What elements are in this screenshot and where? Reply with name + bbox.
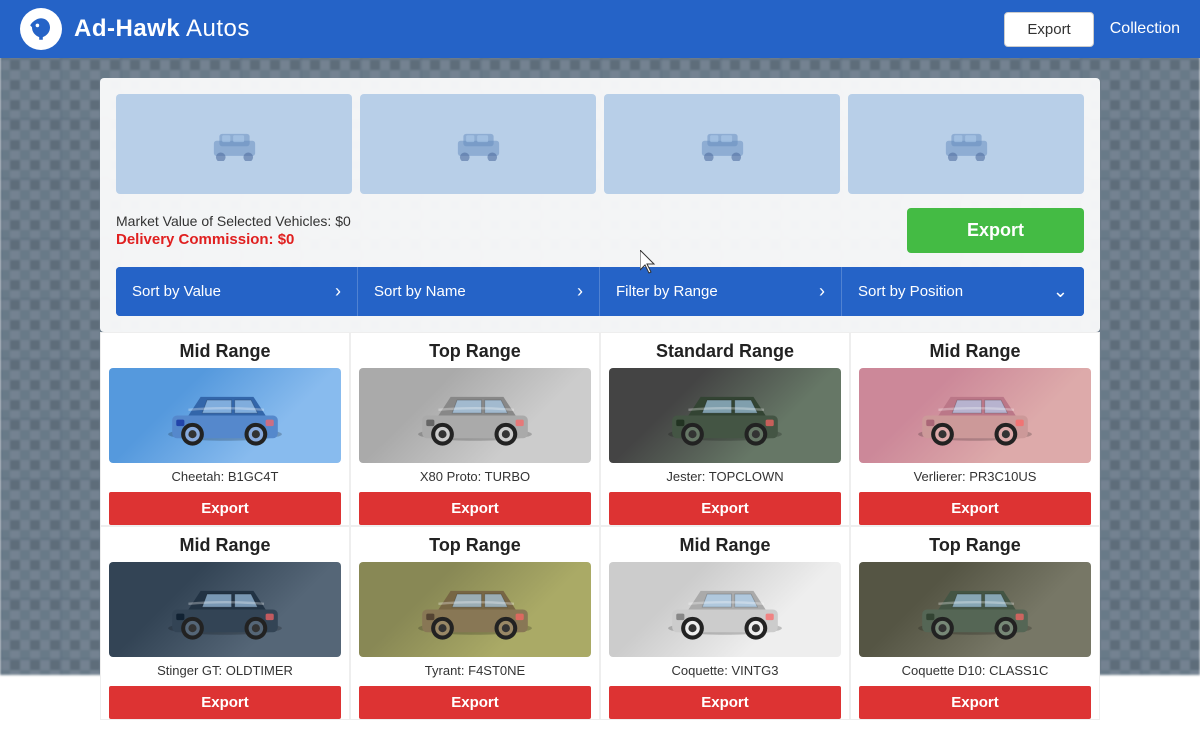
vehicles-grid: Mid Range	[100, 332, 1100, 720]
vehicle-image-4[interactable]	[109, 562, 341, 657]
sort-by-position-button[interactable]: Sort by Position ⌄	[842, 267, 1084, 316]
vehicle-image-0[interactable]	[109, 368, 341, 463]
filter-range-arrow: ›	[819, 281, 825, 302]
vehicle-range-4: Mid Range	[179, 535, 270, 556]
selected-vehicles-area: Market Value of Selected Vehicles: $0 De…	[100, 78, 1100, 332]
header-right: Export Collection	[1004, 12, 1180, 47]
market-info: Market Value of Selected Vehicles: $0 De…	[116, 213, 351, 248]
car-drawing-4	[160, 572, 290, 647]
car-silhouette-2	[451, 127, 506, 161]
export-selected-button[interactable]: Export	[907, 208, 1084, 253]
vehicle-card-1: Top Range	[350, 332, 600, 526]
vehicle-card-3: Mid Range	[850, 332, 1100, 526]
vehicle-range-7: Top Range	[929, 535, 1021, 556]
sort-position-label: Sort by Position	[858, 283, 963, 300]
vehicle-range-0: Mid Range	[179, 341, 270, 362]
car-silhouette-1	[207, 127, 262, 161]
vehicle-card-7: Top Range	[850, 526, 1100, 720]
main-content: Market Value of Selected Vehicles: $0 De…	[0, 58, 1200, 740]
vehicle-export-button-0[interactable]: Export	[109, 492, 341, 525]
vehicle-slot-2[interactable]	[360, 94, 596, 194]
header: Ad-Hawk Autos Export Collection	[0, 0, 1200, 58]
vehicle-slot-4[interactable]	[848, 94, 1084, 194]
vehicle-export-button-1[interactable]: Export	[359, 492, 591, 525]
vehicle-card-4: Mid Range	[100, 526, 350, 720]
vehicle-slot-1[interactable]	[116, 94, 352, 194]
header-title: Ad-Hawk Autos	[74, 15, 250, 43]
filter-range-label: Filter by Range	[616, 283, 718, 300]
sort-position-arrow: ⌄	[1053, 281, 1068, 302]
vehicle-name-1: X80 Proto: TURBO	[420, 469, 530, 484]
car-silhouette-4	[939, 127, 994, 161]
car-drawing-0	[160, 378, 290, 453]
vehicle-image-6[interactable]	[609, 562, 841, 657]
sort-by-value-button[interactable]: Sort by Value ›	[116, 267, 358, 316]
car-drawing-7	[910, 572, 1040, 647]
vehicle-range-6: Mid Range	[679, 535, 770, 556]
vehicle-image-5[interactable]	[359, 562, 591, 657]
vehicle-card-0: Mid Range	[100, 332, 350, 526]
car-silhouette-3	[695, 127, 750, 161]
car-drawing-6	[660, 572, 790, 647]
sort-value-label: Sort by Value	[132, 283, 221, 300]
vehicle-name-6: Coquette: VINTG3	[672, 663, 779, 678]
vehicle-slot-3[interactable]	[604, 94, 840, 194]
vehicle-export-button-6[interactable]: Export	[609, 686, 841, 719]
vehicle-range-2: Standard Range	[656, 341, 794, 362]
filter-by-range-button[interactable]: Filter by Range ›	[600, 267, 842, 316]
vehicle-export-button-4[interactable]: Export	[109, 686, 341, 719]
vehicle-range-3: Mid Range	[929, 341, 1020, 362]
vehicle-name-4: Stinger GT: OLDTIMER	[157, 663, 293, 678]
vehicle-export-button-2[interactable]: Export	[609, 492, 841, 525]
sort-name-label: Sort by Name	[374, 283, 466, 300]
sort-by-name-button[interactable]: Sort by Name ›	[358, 267, 600, 316]
header-left: Ad-Hawk Autos	[20, 8, 250, 50]
collection-button[interactable]: Collection	[1110, 20, 1180, 38]
car-drawing-5	[410, 572, 540, 647]
vehicle-image-3[interactable]	[859, 368, 1091, 463]
vehicle-name-2: Jester: TOPCLOWN	[666, 469, 783, 484]
vehicle-name-3: Verlierer: PR3C10US	[914, 469, 1037, 484]
car-drawing-3	[910, 378, 1040, 453]
selected-info: Market Value of Selected Vehicles: $0 De…	[116, 208, 1084, 253]
vehicle-slots	[116, 94, 1084, 194]
vehicle-image-1[interactable]	[359, 368, 591, 463]
vehicle-name-7: Coquette D10: CLASS1C	[902, 663, 1049, 678]
vehicle-image-7[interactable]	[859, 562, 1091, 657]
delivery-commission: Delivery Commission: $0	[116, 231, 351, 248]
sort-name-arrow: ›	[577, 281, 583, 302]
vehicle-name-5: Tyrant: F4ST0NE	[425, 663, 525, 678]
logo	[20, 8, 62, 50]
car-drawing-1	[410, 378, 540, 453]
vehicle-range-5: Top Range	[429, 535, 521, 556]
sort-value-arrow: ›	[335, 281, 341, 302]
filter-bar: Sort by Value › Sort by Name › Filter by…	[116, 267, 1084, 316]
vehicle-card-5: Top Range	[350, 526, 600, 720]
vehicle-export-button-3[interactable]: Export	[859, 492, 1091, 525]
vehicle-card-2: Standard Range	[600, 332, 850, 526]
vehicle-image-2[interactable]	[609, 368, 841, 463]
vehicle-export-button-5[interactable]: Export	[359, 686, 591, 719]
car-drawing-2	[660, 378, 790, 453]
vehicle-card-6: Mid Range	[600, 526, 850, 720]
vehicle-export-button-7[interactable]: Export	[859, 686, 1091, 719]
market-value-label: Market Value of Selected Vehicles: $0	[116, 213, 351, 229]
header-export-button[interactable]: Export	[1004, 12, 1093, 47]
vehicle-range-1: Top Range	[429, 341, 521, 362]
vehicle-name-0: Cheetah: B1GC4T	[172, 469, 279, 484]
